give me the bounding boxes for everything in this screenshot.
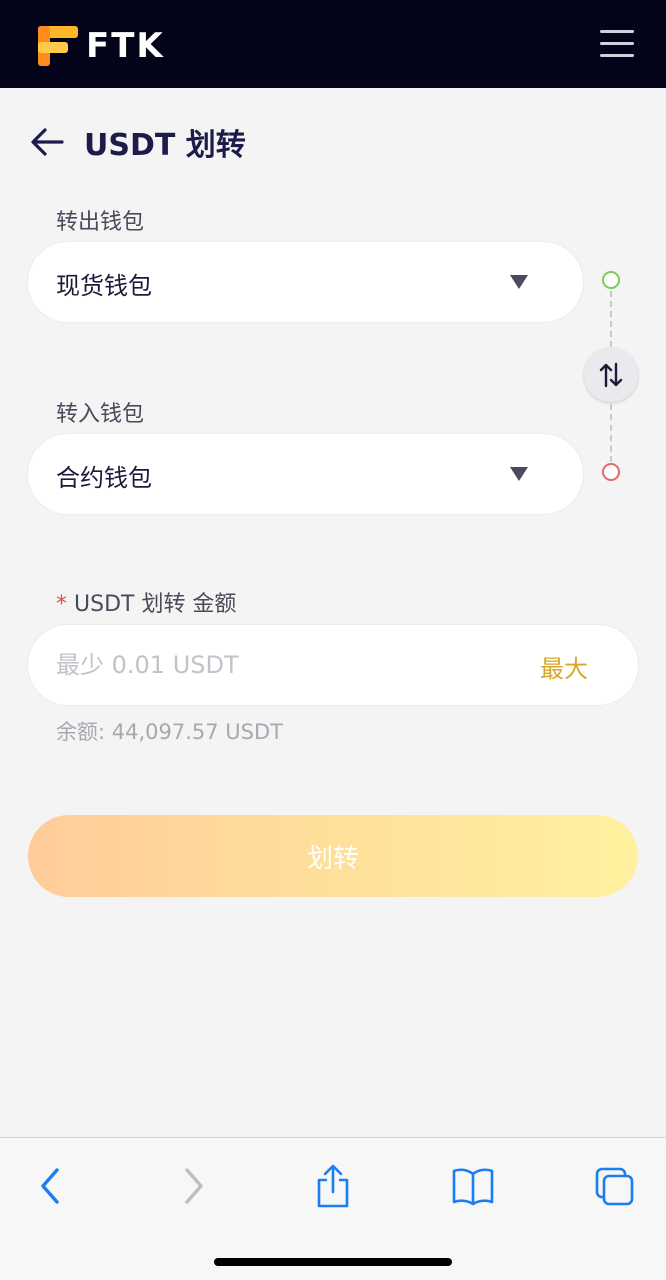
brand-name: FTK	[86, 26, 165, 66]
max-amount-button[interactable]: 最大	[540, 649, 588, 684]
brand-logo[interactable]: FTK	[36, 22, 165, 70]
bookmarks-icon[interactable]	[451, 1164, 495, 1208]
amount-field[interactable]: 最大	[28, 625, 638, 705]
from-wallet-value: 现货钱包	[56, 272, 152, 300]
to-wallet-label: 转入钱包	[56, 402, 145, 427]
hamburger-menu-icon[interactable]	[600, 30, 634, 60]
swap-arrows-icon	[599, 362, 623, 388]
page-header: USDT 划转	[30, 118, 246, 166]
connector-line	[610, 404, 612, 462]
swap-wallets-button[interactable]	[584, 348, 638, 402]
caret-down-icon	[510, 467, 528, 481]
home-indicator	[214, 1258, 452, 1266]
to-indicator-dot	[602, 463, 620, 481]
tabs-icon[interactable]	[592, 1164, 636, 1208]
caret-down-icon	[510, 275, 528, 289]
from-wallet-label: 转出钱包	[56, 210, 145, 235]
transfer-submit-button[interactable]: 划转	[28, 815, 638, 897]
to-wallet-select[interactable]: 合约钱包	[28, 434, 583, 514]
browser-toolbar	[0, 1137, 666, 1280]
required-mark: *	[56, 592, 67, 617]
connector-line	[610, 291, 612, 347]
back-icon[interactable]	[28, 1164, 72, 1208]
back-arrow-icon[interactable]	[30, 127, 64, 157]
page-title: USDT 划转	[84, 128, 246, 163]
top-bar: FTK	[0, 0, 666, 88]
available-balance: 余额: 44,097.57 USDT	[56, 720, 284, 744]
to-wallet-value: 合约钱包	[56, 464, 152, 492]
amount-input[interactable]	[56, 645, 516, 685]
from-indicator-dot	[602, 271, 620, 289]
amount-label: * USDT 划转 金额	[56, 586, 236, 618]
amount-label-text: USDT 划转 金额	[74, 592, 237, 617]
from-wallet-select[interactable]: 现货钱包	[28, 242, 583, 322]
ftk-logo-icon	[38, 26, 78, 66]
forward-icon[interactable]	[172, 1164, 216, 1208]
share-icon[interactable]	[311, 1164, 355, 1208]
